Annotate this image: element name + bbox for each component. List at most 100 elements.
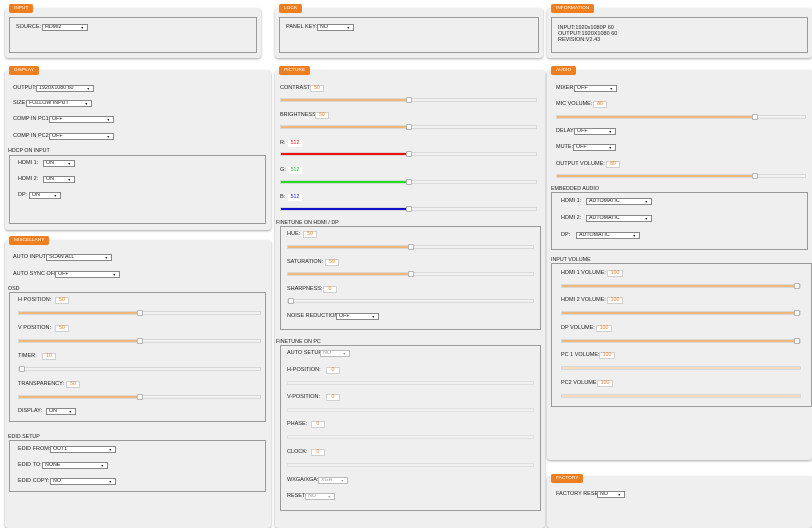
hdmi2-volume-value[interactable]: 100: [607, 297, 623, 304]
r-slider[interactable]: [280, 151, 537, 157]
g-slider-thumb[interactable]: [405, 179, 412, 185]
hdcp-hdmi1-label: HDMI 1:: [18, 160, 39, 166]
edid-copy-select[interactable]: NO: [50, 478, 116, 485]
g-slider[interactable]: [280, 179, 537, 185]
sharpness-value[interactable]: 0: [323, 286, 337, 293]
brightness-value[interactable]: 50: [315, 112, 329, 119]
edid-from-select[interactable]: OUT1: [50, 446, 116, 453]
mixer-select[interactable]: OFF: [574, 85, 617, 92]
edid-to-select[interactable]: NONE: [42, 462, 108, 469]
pc-vpos-slider[interactable]: [287, 408, 534, 412]
g-value[interactable]: 512: [288, 167, 302, 174]
osd-hpos-slider-thumb[interactable]: [136, 310, 143, 316]
output-select[interactable]: 1920X1080 60: [36, 85, 94, 92]
hdmi1-volume-value[interactable]: 100: [607, 270, 623, 277]
noise-reduction-label: NOISE REDUCTION:: [287, 313, 340, 319]
r-slider-thumb[interactable]: [405, 151, 412, 157]
hdmi2-volume-slider[interactable]: [561, 310, 801, 316]
embedded-dp-select[interactable]: AUTOMATIC: [576, 232, 640, 239]
wxga-select[interactable]: XGA: [318, 477, 348, 484]
pc-vpos-value[interactable]: 0: [326, 394, 340, 401]
osd-hpos-slider[interactable]: [18, 310, 261, 316]
pc-clock-slider[interactable]: [287, 463, 534, 467]
information-group: INPUT:1920x1080P 60 OUTPUT:1920X1080 60 …: [551, 17, 808, 53]
panel-key-label: PANEL KEY:: [286, 24, 318, 30]
mic-volume-slider[interactable]: [556, 114, 806, 120]
factory-reset-label: FACTORY RESET:: [556, 491, 603, 497]
pc-hpos-slider[interactable]: [287, 381, 534, 385]
panel-key-select[interactable]: NO: [317, 24, 354, 31]
size-select[interactable]: FOLLOW INPUT: [26, 100, 92, 107]
pc-reset-select[interactable]: NO: [305, 493, 335, 500]
osd-vpos-slider[interactable]: [18, 338, 261, 344]
r-value[interactable]: 512: [288, 140, 302, 147]
hdmi2-volume-slider-thumb[interactable]: [794, 310, 800, 316]
output-volume-slider[interactable]: [556, 173, 806, 179]
noise-reduction-select[interactable]: OFF: [336, 313, 379, 320]
osd-timer-slider-thumb[interactable]: [19, 366, 25, 372]
hdmi1-volume-slider-thumb[interactable]: [794, 283, 800, 289]
pc1-volume-slider[interactable]: [561, 366, 801, 370]
osd-transparency-value[interactable]: 50: [66, 381, 80, 388]
dp-volume-value[interactable]: 100: [596, 325, 612, 332]
osd-vpos-slider-thumb[interactable]: [136, 338, 143, 344]
brightness-slider[interactable]: [280, 124, 537, 130]
dp-volume-slider[interactable]: [561, 338, 801, 344]
embedded-hdmi2-select[interactable]: AUTOMATIC: [586, 215, 652, 222]
pc-clock-value[interactable]: 0: [311, 449, 325, 456]
pc2-volume-value[interactable]: 100: [597, 380, 613, 387]
saturation-value[interactable]: 50: [325, 259, 339, 266]
pc-phase-slider[interactable]: [287, 435, 534, 439]
saturation-slider[interactable]: [287, 271, 534, 277]
osd-transparency-slider-thumb[interactable]: [136, 394, 143, 400]
auto-sync-select[interactable]: OFF: [55, 271, 120, 278]
input-group: SOURCE: HDMI2: [9, 17, 257, 53]
finetune-hdmi-group: HUE: 50 SATURATION: 50 SHARPNESS: 0 NOIS…: [280, 226, 541, 330]
osd-hpos-value[interactable]: 50: [55, 297, 69, 304]
contrast-slider[interactable]: [280, 97, 537, 103]
osd-display-select[interactable]: ON: [46, 408, 76, 415]
embedded-audio-group: HDMI 1: AUTOMATIC HDMI 2: AUTOMATIC DP: …: [551, 192, 808, 250]
b-slider[interactable]: [280, 206, 537, 212]
hdcp-dp-select[interactable]: ON: [29, 192, 61, 199]
pc1-volume-value[interactable]: 100: [599, 352, 615, 359]
auto-input-select[interactable]: SCAN ALL: [46, 254, 112, 261]
source-select[interactable]: HDMI2: [42, 24, 88, 31]
sharpness-slider-thumb[interactable]: [288, 298, 294, 304]
mute-select[interactable]: OFF: [573, 144, 616, 151]
mic-volume-value[interactable]: 80: [593, 101, 607, 108]
pc-hpos-value[interactable]: 0: [326, 367, 340, 374]
output-volume-slider-thumb[interactable]: [752, 173, 759, 179]
output-volume-value[interactable]: 80: [606, 161, 620, 168]
brightness-slider-thumb[interactable]: [405, 124, 412, 130]
factory-reset-select[interactable]: NO: [597, 491, 625, 498]
b-slider-thumb[interactable]: [405, 206, 412, 212]
hdcp-hdmi2-select[interactable]: ON: [43, 176, 75, 183]
hue-slider-thumb[interactable]: [407, 244, 414, 250]
pc-phase-value[interactable]: 0: [311, 421, 325, 428]
b-value[interactable]: 512: [288, 194, 302, 201]
osd-vpos-value[interactable]: 50: [55, 325, 69, 332]
mic-volume-slider-thumb[interactable]: [752, 114, 759, 120]
display-panel-title: DISPLAY: [9, 66, 39, 75]
osd-transparency-slider[interactable]: [18, 394, 261, 400]
contrast-value[interactable]: 50: [310, 85, 324, 92]
hdmi1-volume-slider[interactable]: [561, 283, 801, 289]
sharpness-slider[interactable]: [287, 298, 534, 304]
osd-timer-slider[interactable]: [18, 366, 261, 372]
comp-pc2-select[interactable]: OFF: [49, 133, 114, 140]
embedded-hdmi1-select[interactable]: AUTOMATIC: [586, 198, 652, 205]
auto-setup-select[interactable]: NO: [320, 350, 350, 357]
comp-pc2-label: COMP IN PC2:: [13, 133, 51, 139]
comp-pc1-select[interactable]: OFF: [49, 116, 114, 123]
saturation-slider-thumb[interactable]: [407, 271, 414, 277]
hue-value[interactable]: 50: [303, 231, 317, 238]
dp-volume-slider-thumb[interactable]: [794, 338, 800, 344]
hdcp-hdmi1-select[interactable]: ON: [43, 160, 75, 167]
contrast-slider-thumb[interactable]: [405, 97, 412, 103]
hue-slider[interactable]: [287, 244, 534, 250]
finetune-pc-group: AUTO SETUP: NO H-POSITION: 0 V-POSITION:…: [280, 345, 541, 511]
delay-select[interactable]: OFF: [574, 128, 616, 135]
pc2-volume-slider[interactable]: [561, 394, 801, 398]
osd-timer-value[interactable]: 10: [42, 353, 56, 360]
